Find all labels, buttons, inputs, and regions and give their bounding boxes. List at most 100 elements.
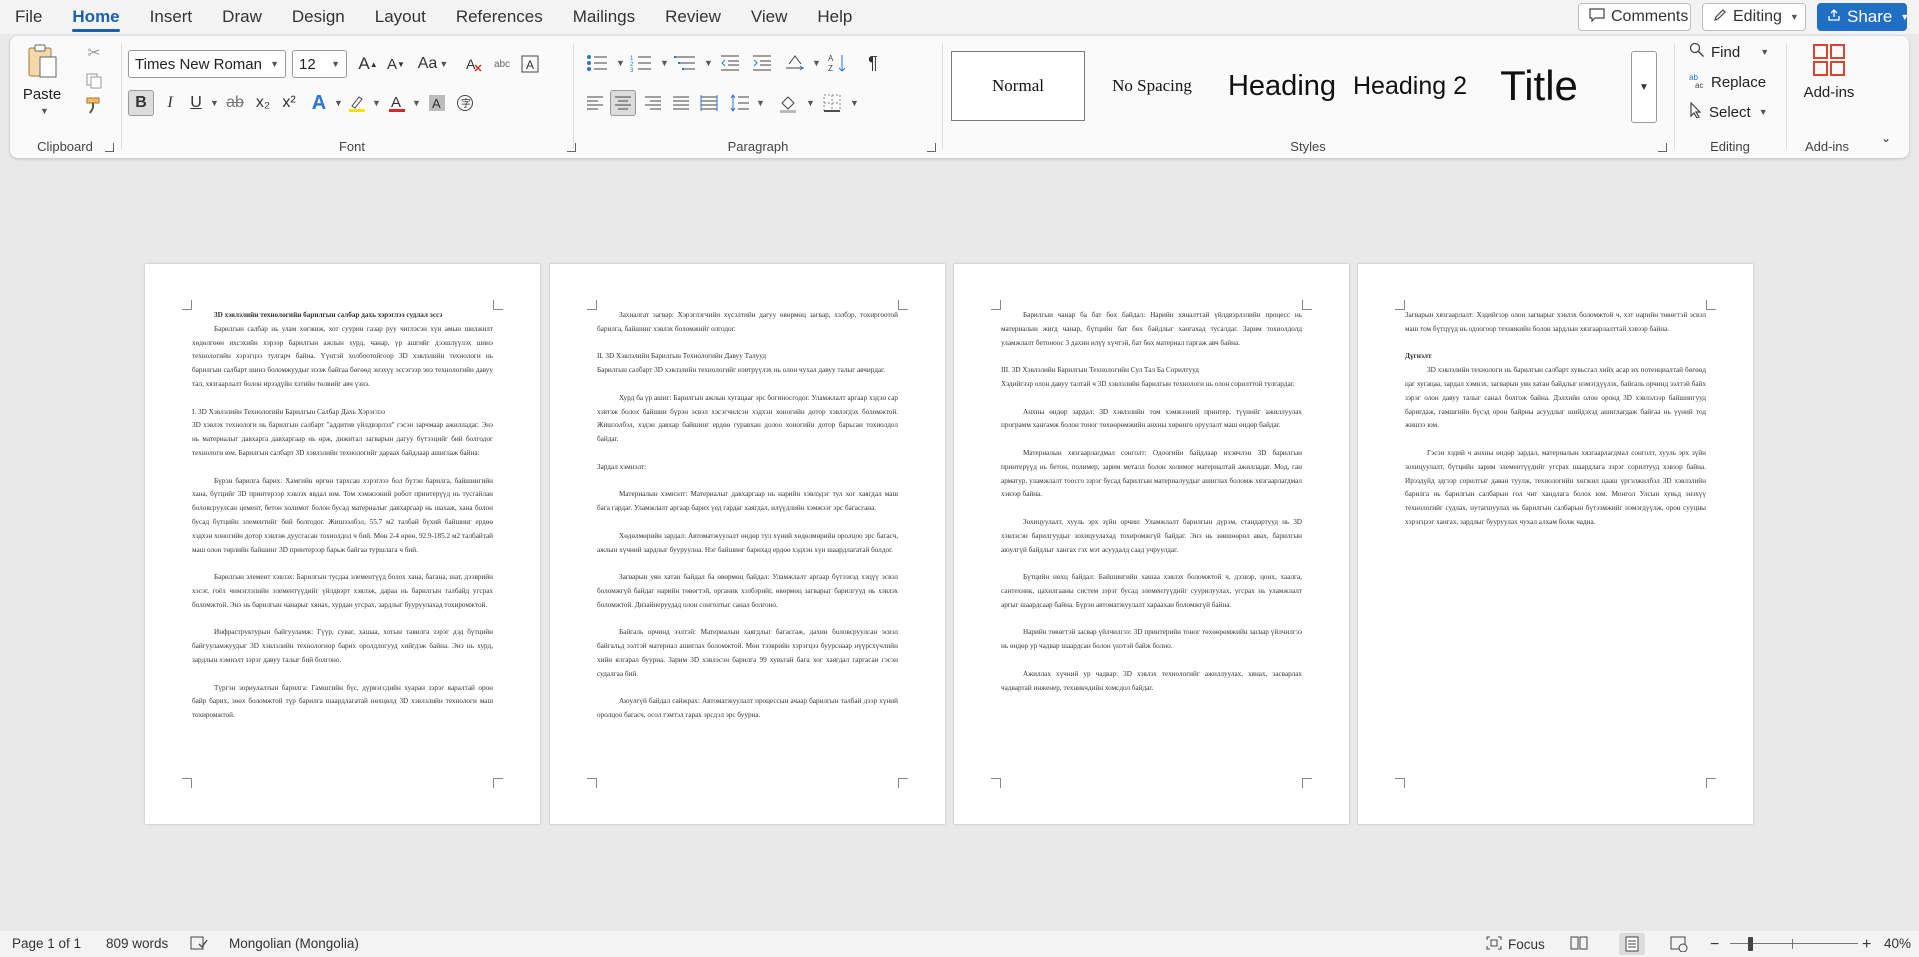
paragraph[interactable]: 3D хэвлэх технологи нь барилгын салбарт …: [192, 419, 493, 460]
strikethrough-button[interactable]: ab: [222, 90, 248, 116]
show-formatting-icon[interactable]: ¶: [860, 50, 886, 76]
tab-file[interactable]: File: [0, 0, 57, 34]
paragraph[interactable]: Гэсэн хэдий ч анхны өндөр зардал, матери…: [1405, 447, 1706, 530]
chevron-down-icon[interactable]: ▼: [704, 58, 713, 68]
decrease-indent-icon[interactable]: [716, 50, 744, 76]
enclose-characters-icon[interactable]: 字: [452, 90, 478, 116]
addins-icon[interactable]: [1811, 42, 1847, 78]
paragraph[interactable]: Дүгнэлт: [1405, 350, 1706, 364]
tab-help[interactable]: Help: [802, 0, 867, 34]
chevron-down-icon[interactable]: ▼: [756, 98, 765, 108]
paragraph[interactable]: Зохицуулалт, хууль эрх зүйн орчин: Уламж…: [1001, 516, 1302, 557]
proofing-icon[interactable]: [190, 936, 208, 950]
distributed-icon[interactable]: [696, 90, 722, 116]
font-size-select[interactable]: 12 ▼: [292, 50, 347, 78]
justify-icon[interactable]: [668, 90, 694, 116]
paragraph[interactable]: Аюулгүй байдал сайжрах: Автоматжуулалт п…: [597, 695, 898, 723]
styles-launcher-icon[interactable]: [1658, 143, 1667, 152]
superscript-button[interactable]: x²: [276, 90, 302, 116]
zoom-level[interactable]: 40%: [1884, 936, 1911, 951]
character-border-icon[interactable]: A: [518, 52, 542, 76]
paragraph[interactable]: Бүрэн барилга барих: Хамгийн өргөн тархс…: [192, 475, 493, 558]
line-spacing-icon[interactable]: [726, 90, 754, 116]
font-name-select[interactable]: Times New Roman ▼: [128, 50, 286, 78]
font-color-icon[interactable]: A: [384, 90, 410, 116]
paragraph[interactable]: Нарийн төвөгтэй засвар үйлчилгээ: 3D при…: [1001, 626, 1302, 654]
chevron-down-icon[interactable]: ▼: [806, 98, 815, 108]
find-button[interactable]: Find ▼: [1689, 40, 1769, 64]
underline-button[interactable]: U: [184, 90, 208, 116]
addins-label[interactable]: Add-ins: [1787, 84, 1871, 101]
paragraph[interactable]: Материалын хязгаарлагдмал сонголт: Одоог…: [1001, 447, 1302, 502]
chevron-down-icon[interactable]: ▼: [40, 106, 49, 116]
copy-icon[interactable]: [82, 70, 106, 92]
bullets-icon[interactable]: [582, 50, 612, 76]
read-mode-icon[interactable]: [1570, 936, 1588, 950]
select-button[interactable]: Select ▼: [1689, 100, 1768, 124]
paragraph[interactable]: Анхны өндөр зардал: 3D хэвлэлийн том хэм…: [1001, 406, 1302, 434]
document-page-3[interactable]: Барилгын чанар ба бат бөх байдал: Нарийн…: [954, 264, 1349, 824]
align-right-icon[interactable]: [640, 90, 666, 116]
page-2-body[interactable]: Захиалгат загвар: Хэрэглэгчийн хүсэлтийн…: [597, 309, 898, 723]
paragraph-launcher-icon[interactable]: [927, 143, 936, 152]
page-1-body[interactable]: 3D хэвлэлийн технологийн барилгын салбар…: [192, 309, 493, 723]
sort-icon[interactable]: AZ: [824, 50, 852, 76]
paragraph[interactable]: Барилгын элемент хэвлэх: Барилгын тусдаа…: [192, 571, 493, 612]
page-count[interactable]: Page 1 of 1: [12, 936, 81, 951]
paragraph[interactable]: Захиалгат загвар: Хэрэглэгчийн хүсэлтийн…: [597, 309, 898, 337]
share-button[interactable]: Share ▼: [1817, 3, 1909, 31]
document-page-2[interactable]: Захиалгат загвар: Хэрэглэгчийн хүсэлтийн…: [550, 264, 945, 824]
replace-button[interactable]: ab ac Replace: [1689, 70, 1766, 94]
document-page-4[interactable]: Загварын хязгаарлалт: Хэдийгээр олон заг…: [1358, 264, 1753, 824]
document-page-1[interactable]: 3D хэвлэлийн технологийн барилгын салбар…: [145, 264, 540, 824]
borders-icon[interactable]: [818, 90, 846, 116]
style-heading[interactable]: Heading: [1219, 51, 1345, 121]
chevron-down-icon[interactable]: ▼: [812, 58, 821, 68]
comments-button[interactable]: Comments: [1578, 3, 1691, 31]
character-shading-icon[interactable]: A: [424, 90, 450, 116]
language-status[interactable]: Mongolian (Mongolia): [229, 936, 359, 951]
shading-icon[interactable]: [774, 90, 802, 116]
numbering-icon[interactable]: 123: [626, 50, 656, 76]
phonetic-guide-icon[interactable]: abc: [490, 52, 514, 76]
paragraph[interactable]: Түргэн зориулалтын барилга: Гамшгийн бүс…: [192, 682, 493, 723]
style-title[interactable]: Title: [1479, 51, 1599, 121]
tab-design[interactable]: Design: [277, 0, 360, 34]
tab-review[interactable]: Review: [650, 0, 736, 34]
style-no-spacing[interactable]: No Spacing: [1089, 51, 1215, 121]
print-layout-icon[interactable]: [1619, 933, 1645, 955]
tab-insert[interactable]: Insert: [135, 0, 208, 34]
paragraph[interactable]: Зардал хэмнэлт:: [597, 461, 898, 475]
editing-mode-button[interactable]: Editing ▼: [1702, 3, 1806, 31]
paragraph[interactable]: Барилгын салбарт 3D хэвлэлийн технологий…: [597, 364, 898, 378]
multilevel-list-icon[interactable]: [670, 50, 700, 76]
paragraph[interactable]: Загварын уян хатан байдал ба өвөрмөц бай…: [597, 571, 898, 612]
paragraph[interactable]: Барилгын чанар ба бат бөх байдал: Нарийн…: [1001, 309, 1302, 350]
shrink-font-icon[interactable]: A ▼: [384, 52, 408, 76]
paragraph[interactable]: 3D хэвлэлийн технологийн барилгын салбар…: [192, 309, 493, 323]
cut-icon[interactable]: ✂: [82, 42, 106, 64]
paragraph[interactable]: Хурд ба үр ашиг: Барилгын ажлын хугацааг…: [597, 392, 898, 447]
zoom-slider-thumb[interactable]: [1748, 937, 1753, 951]
increase-indent-icon[interactable]: [748, 50, 776, 76]
zoom-out-button[interactable]: −: [1710, 936, 1719, 954]
word-count[interactable]: 809 words: [106, 936, 168, 951]
text-effects-icon[interactable]: A: [306, 90, 332, 116]
highlight-icon[interactable]: [344, 90, 370, 116]
tab-draw[interactable]: Draw: [207, 0, 277, 34]
grow-font-icon[interactable]: A ▲: [356, 52, 380, 76]
italic-button[interactable]: I: [158, 90, 182, 116]
tab-references[interactable]: References: [441, 0, 558, 34]
paragraph[interactable]: Ажиллах хүчний ур чадвар: 3D хэвлэх техн…: [1001, 668, 1302, 696]
bold-button[interactable]: B: [128, 90, 154, 116]
style-heading-2[interactable]: Heading 2: [1345, 51, 1475, 121]
chevron-down-icon[interactable]: ▼: [412, 98, 421, 108]
subscript-button[interactable]: x₂: [250, 90, 276, 116]
paragraph[interactable]: Хэдийгээр олон давуу талтай ч 3D хэвлэли…: [1001, 378, 1302, 392]
tab-home[interactable]: Home: [57, 0, 134, 34]
clear-formatting-icon[interactable]: A: [462, 52, 486, 76]
paragraph[interactable]: Материалын хэмнэлт: Материалыг давхаргаа…: [597, 488, 898, 516]
paragraph[interactable]: Бүтцийн нөхц байдал: Байшингийн хашаа хэ…: [1001, 571, 1302, 612]
web-layout-icon[interactable]: [1670, 936, 1688, 952]
clipboard-launcher-icon[interactable]: [105, 143, 114, 152]
